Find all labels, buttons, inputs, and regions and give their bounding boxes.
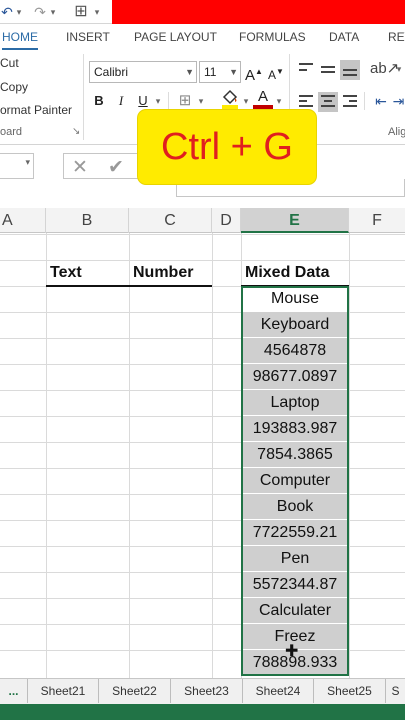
- format-painter-button[interactable]: ormat Painter: [0, 103, 72, 117]
- title-bar-overlay: [112, 0, 405, 24]
- gridline: [212, 233, 213, 678]
- bold-button[interactable]: B: [90, 90, 108, 112]
- column-header-d[interactable]: D: [212, 208, 241, 233]
- font-size-dropdown[interactable]: 11 ▼: [199, 61, 241, 83]
- column-header-c[interactable]: C: [129, 208, 212, 233]
- quick-access-toolbar: ↶ ▾ ↷ ▾ ⊞ ▾: [0, 0, 405, 24]
- gridline: [129, 233, 130, 678]
- font-color-button[interactable]: A: [253, 88, 273, 110]
- sheet-tab-bar: ... Sheet21 Sheet22 Sheet23 Sheet24 Shee…: [0, 678, 405, 704]
- header-cell-mixed-data[interactable]: Mixed Data: [241, 260, 329, 286]
- grow-font-icon: A: [245, 67, 256, 84]
- column-header-e[interactable]: E: [241, 208, 349, 233]
- align-right-icon[interactable]: [340, 92, 360, 112]
- more-sheets-button[interactable]: ...: [0, 679, 28, 703]
- sheet-tab-sheet25[interactable]: Sheet25: [314, 679, 386, 703]
- undo-icon[interactable]: ↶: [0, 0, 14, 24]
- cancel-icon[interactable]: ✕: [72, 156, 88, 179]
- gridline: [0, 234, 405, 235]
- chevron-down-icon[interactable]: ▾: [394, 58, 404, 80]
- worksheet-grid[interactable]: Text Number Mixed Data Mouse Keyboard 45…: [0, 233, 405, 678]
- column-header-a[interactable]: A: [0, 208, 46, 233]
- header-cell-text[interactable]: Text: [46, 260, 82, 286]
- sheet-tab-sheet21[interactable]: Sheet21: [28, 679, 99, 703]
- tab-formulas[interactable]: FORMULAS: [239, 24, 306, 50]
- increase-indent-icon[interactable]: ⇥: [392, 90, 405, 112]
- font-name-dropdown[interactable]: Calibri ▼: [89, 61, 197, 83]
- paint-bucket-icon: [222, 89, 238, 109]
- borders-icon[interactable]: ⊞: [175, 90, 195, 112]
- chevron-down-icon[interactable]: ▾: [48, 0, 58, 24]
- header-border: [46, 285, 212, 287]
- column-header-f[interactable]: F: [349, 208, 405, 233]
- underline-button[interactable]: U: [134, 90, 152, 112]
- column-headers: A B C D E F: [0, 208, 405, 233]
- middle-align-icon[interactable]: [318, 60, 338, 80]
- bottom-align-icon[interactable]: [340, 60, 360, 80]
- borders-icon[interactable]: ⊞: [72, 0, 90, 24]
- tab-data[interactable]: DATA: [329, 24, 359, 50]
- decrease-indent-icon[interactable]: ⇤: [370, 90, 392, 112]
- shrink-font-button[interactable]: A▼: [267, 61, 285, 83]
- chevron-down-icon: ▾: [25, 157, 30, 167]
- cell-cursor-icon: ✚: [285, 643, 299, 660]
- name-box[interactable]: ▾: [0, 153, 34, 179]
- font-name-value: Calibri: [94, 65, 129, 79]
- dialog-launcher-icon[interactable]: ↘: [72, 126, 80, 137]
- chevron-down-icon[interactable]: ▾: [274, 90, 284, 112]
- orientation-icon[interactable]: ab↗: [370, 58, 399, 80]
- ribbon-tabs: HOME INSERT PAGE LAYOUT FORMULAS DATA RE…: [0, 24, 405, 50]
- chevron-down-icon: ▼: [185, 67, 194, 77]
- gridline: [349, 233, 350, 678]
- align-left-icon[interactable]: [296, 92, 316, 112]
- chevron-down-icon[interactable]: ▾: [14, 0, 24, 24]
- fill-color-button[interactable]: [219, 88, 241, 110]
- tab-page-layout[interactable]: PAGE LAYOUT: [134, 24, 217, 50]
- tab-review[interactable]: REV: [388, 24, 405, 50]
- selection-border: [241, 286, 349, 676]
- cut-button[interactable]: Cut: [0, 56, 19, 70]
- chevron-down-icon[interactable]: ▾: [92, 0, 102, 24]
- chevron-down-icon[interactable]: ▾: [153, 90, 163, 112]
- grow-font-button[interactable]: A▲: [245, 61, 263, 84]
- font-color-icon: A: [257, 88, 268, 105]
- sheet-tab-next[interactable]: S: [386, 679, 405, 703]
- group-divider: [83, 54, 84, 140]
- top-align-icon[interactable]: [296, 60, 316, 80]
- enter-icon[interactable]: ✔: [108, 156, 124, 179]
- shrink-font-icon: A: [268, 68, 277, 82]
- status-bar: [0, 704, 405, 720]
- italic-button[interactable]: I: [112, 90, 130, 112]
- align-center-icon[interactable]: [318, 92, 338, 112]
- redo-icon[interactable]: ↷: [32, 0, 48, 24]
- sheet-tab-sheet24[interactable]: Sheet24: [243, 679, 314, 703]
- chevron-down-icon[interactable]: ▾: [241, 90, 251, 112]
- copy-button[interactable]: Copy: [0, 80, 28, 94]
- chevron-down-icon[interactable]: ▾: [196, 90, 206, 112]
- sheet-tab-sheet22[interactable]: Sheet22: [99, 679, 171, 703]
- chevron-down-icon: ▼: [229, 67, 238, 77]
- font-size-value: 11: [204, 65, 217, 79]
- divider: [364, 92, 365, 110]
- sheet-tab-sheet23[interactable]: Sheet23: [171, 679, 243, 703]
- column-header-b[interactable]: B: [46, 208, 129, 233]
- shortcut-overlay: Ctrl + G: [138, 110, 316, 184]
- divider: [168, 92, 169, 110]
- alignment-group-label: Alig: [388, 126, 405, 138]
- gridline: [46, 233, 47, 678]
- tab-home[interactable]: HOME: [2, 24, 38, 50]
- tab-insert[interactable]: INSERT: [66, 24, 110, 50]
- header-cell-number[interactable]: Number: [129, 260, 193, 286]
- clipboard-group-label: oard: [0, 126, 23, 138]
